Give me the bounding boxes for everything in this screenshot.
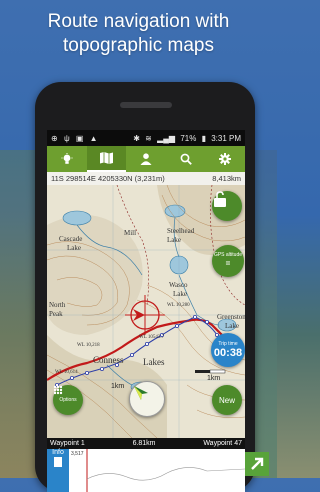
signal-icon: ▂▄▆ [157, 133, 176, 143]
coordinate-bar: 11S 298514E 4205330N (3,231m) 8,413km [47, 172, 245, 186]
map-label-north: North [49, 301, 66, 309]
compass-icon [134, 386, 148, 400]
wifi-icon: ≋ [145, 133, 152, 143]
distance-readout: 8,413km [212, 174, 241, 183]
new-button[interactable]: New [212, 385, 242, 415]
map-label-lake-4: Lake [225, 322, 239, 330]
scale-label-left: 1km [111, 383, 125, 390]
waypoint-distance: 6.81km [132, 440, 156, 447]
options-label: Options [59, 397, 77, 403]
lock-button[interactable] [212, 191, 242, 221]
position-readout: 11S 298514E 4205330N (3,231m) [51, 174, 165, 183]
battery-percent: 71% [180, 133, 197, 143]
scale-label-right: 1km [207, 375, 221, 382]
arrow-up-right-icon [251, 457, 264, 470]
lightbulb-button[interactable] [47, 146, 87, 172]
status-right: ✱ ≋ ▂▄▆ 71% ▮ 3:31 PM [130, 134, 241, 143]
location-icon: ⊕ [51, 133, 58, 143]
map-label-elevation-4: WL 10,218 [77, 343, 100, 348]
map-tab-button[interactable] [86, 146, 127, 172]
bluetooth-icon: ✱ [133, 133, 140, 143]
topo-map[interactable]: Steelhead Lake Cascade Lake Mill Wasco L… [47, 185, 245, 438]
map-label-steelhead: Steelhead [167, 227, 195, 235]
lightbulb-icon [61, 152, 73, 164]
elevation-profile: Info 3,517 [47, 449, 245, 492]
grid-icon [53, 385, 63, 395]
map-label-wasco: Wasco [169, 281, 188, 289]
image-icon: ▣ [75, 133, 84, 143]
map-label-lake-3: Lake [173, 290, 187, 298]
waypoint-to[interactable]: Waypoint 47 [203, 440, 242, 447]
map-label-mill: Mill [124, 229, 137, 237]
waypoint-bar: Waypoint 1 6.81km Waypoint 47 [47, 438, 245, 449]
status-bar: ⊕ ψ ▣ ▲ ✱ ≋ ▂▄▆ 71% ▮ 3:31 PM [47, 130, 245, 146]
search-button[interactable] [166, 146, 206, 172]
new-button-label: New [218, 395, 235, 405]
map-label-lakes: Lakes [143, 357, 165, 367]
headline-line-2: topographic maps [62, 35, 215, 56]
gear-icon [219, 153, 232, 165]
trip-time-value: 00:38 [213, 347, 243, 359]
elevation-chart [86, 449, 245, 492]
unlock-icon [214, 191, 226, 207]
map-label-cascade: Cascade [59, 235, 83, 243]
phone-speaker [120, 102, 172, 108]
status-time: 3:31 PM [211, 133, 241, 143]
battery-icon: ▮ [201, 133, 206, 143]
waypoint-from[interactable]: Waypoint 1 [50, 440, 85, 447]
map-label-greenstone: Greenstone [217, 313, 245, 321]
map-label-conness: Conness [93, 355, 124, 365]
options-button[interactable]: Options [53, 385, 83, 415]
map-label-elevation-3: WL 10,280 [167, 303, 190, 308]
promo-headline: Route navigation with topographic maps [0, 10, 277, 58]
map-label-peak: Peak [49, 310, 63, 318]
map-label-lake-2: Lake [67, 244, 81, 252]
warning-icon: ▲ [89, 133, 98, 143]
usb-icon: ψ [63, 133, 70, 143]
map-label-lake-1: Lake [167, 236, 181, 244]
map-icon [99, 152, 113, 164]
phone-frame: ⊕ ψ ▣ ▲ ✱ ≋ ▂▄▆ 71% ▮ 3:31 PM 11S 298514… [35, 82, 255, 492]
settings-button[interactable] [205, 146, 245, 172]
app-badge [245, 452, 269, 476]
map-label-elevation-1: WL 10543.7 [139, 335, 165, 340]
search-icon [180, 153, 192, 165]
app-screen: ⊕ ψ ▣ ▲ ✱ ≋ ▂▄▆ 71% ▮ 3:31 PM 11S 298514… [47, 130, 245, 492]
status-left: ⊕ ψ ▣ ▲ [51, 134, 102, 143]
compass-button[interactable] [129, 381, 165, 417]
map-label-elevation-2: WL 10,614 [55, 370, 78, 375]
gps-altitude-button[interactable]: GPS altitude = [212, 245, 244, 277]
main-toolbar [47, 146, 245, 172]
trip-time-button[interactable]: Trip time 00:38 [211, 333, 245, 367]
headline-line-1: Route navigation with [47, 11, 230, 32]
person-button[interactable] [126, 146, 166, 172]
gps-altitude-value: = [225, 259, 231, 268]
background-left [0, 150, 40, 478]
person-icon [140, 153, 152, 165]
